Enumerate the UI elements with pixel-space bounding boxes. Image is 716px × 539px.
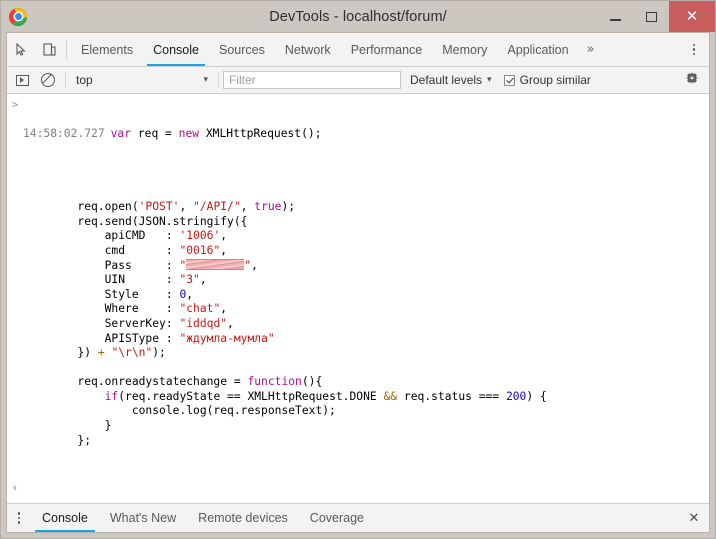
maximize-button[interactable]: [633, 1, 669, 32]
drawer-tab-remote-devices[interactable]: Remote devices: [187, 504, 299, 532]
tabs-overflow-button[interactable]: »: [579, 33, 603, 66]
drawer-close-button[interactable]: ✕: [679, 504, 709, 532]
tab-elements[interactable]: Elements: [71, 33, 143, 66]
group-similar-checkbox[interactable]: [504, 75, 515, 86]
drawer-tab-coverage[interactable]: Coverage: [299, 504, 375, 532]
tab-performance[interactable]: Performance: [341, 33, 433, 66]
tab-sources[interactable]: Sources: [209, 33, 275, 66]
tabstrip-right-group: [675, 33, 709, 66]
message-timestamp: 14:58:02.727: [23, 127, 111, 142]
settings-button[interactable]: [681, 69, 703, 91]
drawer-more-options-button[interactable]: [7, 504, 31, 532]
toolbar-divider: [218, 73, 219, 87]
tabstrip-divider: [66, 40, 67, 59]
more-options-icon: [693, 44, 696, 47]
tab-network[interactable]: Network: [275, 33, 341, 66]
drawer-tab-whats-new[interactable]: What's New: [99, 504, 187, 532]
filter-input[interactable]: [223, 71, 401, 89]
chevron-double-right-icon: »: [587, 42, 595, 57]
message-gutter-icon: >: [7, 98, 23, 477]
group-similar-label: Group similar: [520, 73, 591, 87]
message-gutter-icon: ‹: [7, 481, 23, 503]
tab-application[interactable]: Application: [497, 33, 578, 66]
console-sidebar-icon: [16, 75, 29, 86]
tab-label: Console: [153, 43, 199, 57]
chevron-down-icon: ▾: [203, 75, 208, 85]
console-message-list[interactable]: > 14:58:02.727 var req = new XMLHttpRequ…: [7, 94, 709, 503]
drawer-tab-label: Remote devices: [198, 511, 288, 525]
clear-console-icon: [41, 73, 55, 87]
settings-gear-icon: [685, 71, 699, 90]
execution-context-selector[interactable]: top ▾: [70, 73, 214, 87]
toolbar-divider: [65, 73, 66, 87]
tab-label: Application: [507, 43, 568, 57]
console-sidebar-button[interactable]: [9, 67, 35, 93]
minimize-icon: [610, 19, 621, 21]
more-options-icon: [693, 53, 696, 56]
drawer-more-options-icon: [18, 512, 21, 515]
inspect-cursor-icon: [15, 43, 27, 56]
tab-label: Network: [285, 43, 331, 57]
close-button[interactable]: ✕: [669, 1, 715, 32]
drawer-tab-console[interactable]: Console: [31, 504, 99, 532]
console-code-block: req.open('POST', "/API/", true); req.sen…: [23, 171, 547, 448]
drawer-tabstrip: Console What's New Remote devices Covera…: [7, 503, 709, 532]
execution-context-label: top: [76, 73, 93, 87]
toggle-device-toolbar-button[interactable]: [35, 33, 63, 66]
drawer-more-options-icon: [18, 517, 21, 520]
more-options-button[interactable]: [683, 44, 705, 56]
minimize-button[interactable]: [597, 1, 633, 32]
chrome-logo: [9, 8, 27, 26]
chevron-down-icon: ▾: [487, 75, 492, 85]
console-filter-toolbar: top ▾ Default levels ▾ Group similar: [7, 67, 709, 94]
redacted-password: [186, 259, 244, 270]
clear-console-button[interactable]: [35, 67, 61, 93]
drawer-more-options-icon: [18, 521, 21, 524]
close-icon: ✕: [689, 511, 700, 526]
devtools-panel: Elements Console Sources Network Perform…: [6, 32, 710, 533]
window-controls: ✕: [597, 1, 715, 32]
device-toolbar-icon: [43, 43, 55, 56]
drawer-tab-label: Coverage: [310, 511, 364, 525]
devtools-window: DevTools - localhost/forum/ ✕: [0, 0, 716, 539]
log-levels-label: Default levels: [410, 73, 482, 87]
tab-label: Performance: [351, 43, 423, 57]
console-input-message: > 14:58:02.727 var req = new XMLHttpRequ…: [7, 94, 709, 479]
tab-label: Memory: [442, 43, 487, 57]
devtools-tabstrip: Elements Console Sources Network Perform…: [7, 33, 709, 67]
tab-label: Sources: [219, 43, 265, 57]
inspect-element-button[interactable]: [7, 33, 35, 66]
close-icon: ✕: [686, 9, 699, 24]
drawer-tab-label: Console: [42, 511, 88, 525]
console-code-line: var req = new XMLHttpRequest();: [111, 127, 322, 142]
more-options-icon: [693, 48, 696, 51]
maximize-icon: [646, 12, 657, 22]
tab-label: Elements: [81, 43, 133, 57]
tab-console[interactable]: Console: [143, 33, 209, 66]
group-similar-toggle[interactable]: Group similar: [504, 73, 591, 87]
drawer-tab-label: What's New: [110, 511, 176, 525]
console-output-message: ‹ 14:58:02.743 ƒ (){ if(req.readyState =…: [7, 479, 709, 503]
log-levels-selector[interactable]: Default levels ▾: [410, 73, 492, 87]
title-bar: DevTools - localhost/forum/ ✕: [1, 1, 715, 32]
tab-memory[interactable]: Memory: [432, 33, 497, 66]
